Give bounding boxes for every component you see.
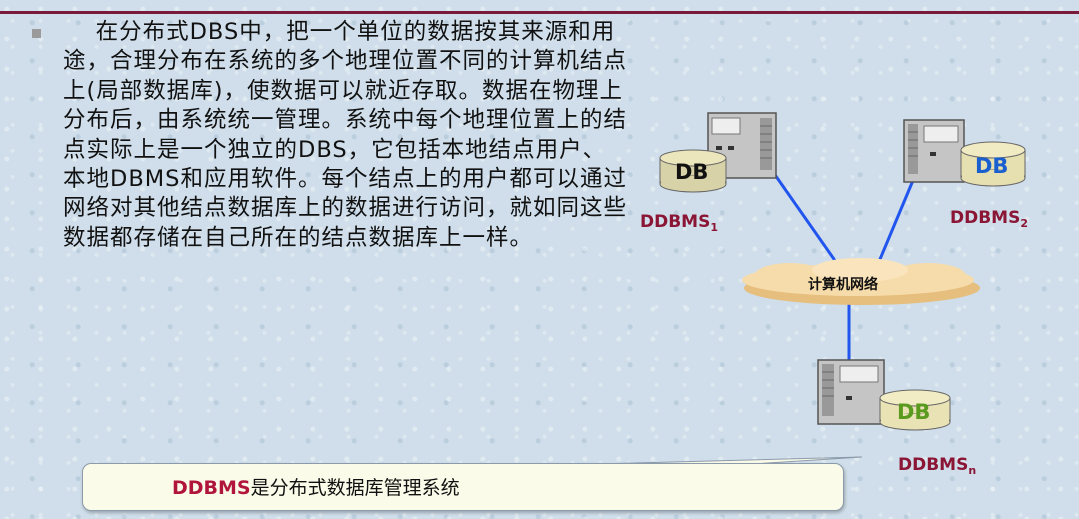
- node-label-n: DDBMSn: [898, 455, 977, 477]
- node-label-1: DDBMS1: [640, 212, 718, 234]
- callout-text: DDBMS是分布式数据库管理系统: [172, 473, 460, 500]
- server-icon-n: [817, 359, 885, 425]
- callout-term: DDBMS: [172, 477, 251, 499]
- callout-definition: 是分布式数据库管理系统: [250, 477, 460, 499]
- link-line-2: [876, 177, 916, 265]
- node-label-2: DDBMS2: [950, 208, 1028, 230]
- server-icon-2: [903, 119, 965, 183]
- db-label-n: DB: [897, 400, 931, 424]
- db-label-1: DB: [675, 160, 709, 184]
- link-line-1: [771, 171, 838, 263]
- network-diagram: [171, 112, 1026, 503]
- db-label-2: DB: [975, 154, 1009, 178]
- network-label: 计算机网络: [808, 277, 878, 293]
